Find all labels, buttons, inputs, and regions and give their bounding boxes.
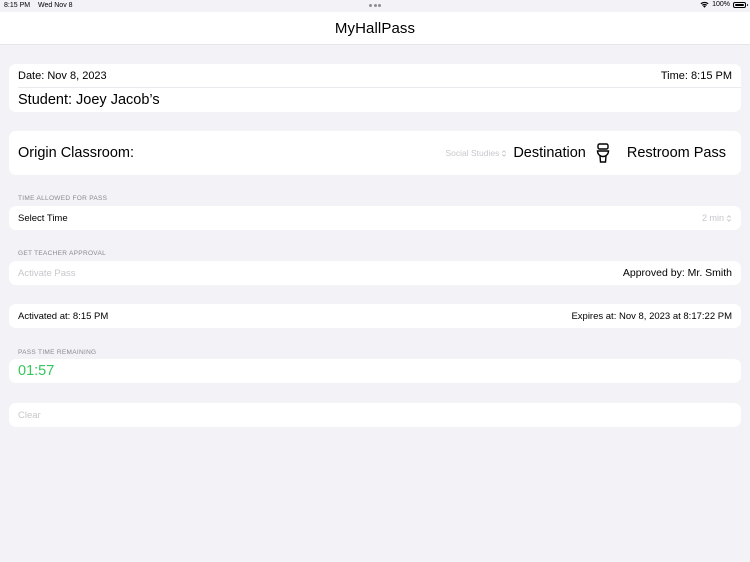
navigation-bar: MyHallPass — [0, 12, 750, 45]
expires-at-text: Expires at: Nov 8, 2023 at 8:17:22 PM — [571, 310, 732, 322]
activation-row: Activated at: 8:15 PM Expires at: Nov 8,… — [9, 304, 741, 328]
page-title: MyHallPass — [334, 19, 416, 37]
time-allowed-card: Select Time 2 min — [9, 206, 741, 230]
remaining-row: 01:57 — [9, 359, 741, 383]
student-name: Student: Joey Jacob’s — [18, 92, 160, 108]
remaining-card: 01:57 — [9, 359, 741, 383]
origin-right-group: Social Studies Destination Restroom Pass — [445, 143, 732, 163]
date-time-row: Date: Nov 8, 2023 Time: 8:15 PM — [18, 64, 741, 88]
status-time: 8:15 PM — [4, 2, 31, 9]
destination-value[interactable]: Restroom Pass — [627, 145, 726, 161]
teacher-approval-header: GET TEACHER APPROVAL — [18, 250, 106, 257]
pass-time: Time: 8:15 PM — [660, 69, 732, 82]
activation-card: Activated at: 8:15 PM Expires at: Nov 8,… — [9, 304, 741, 328]
approval-row: Activate Pass Approved by: Mr. Smith — [9, 261, 741, 285]
multitasking-dots-icon[interactable] — [369, 4, 381, 7]
time-allowed-header: TIME ALLOWED FOR PASS — [18, 195, 108, 202]
activated-at-text: Activated at: 8:15 PM — [18, 310, 109, 322]
destination-label: Destination — [513, 145, 586, 161]
classroom-picker[interactable]: Social Studies — [445, 148, 507, 158]
approved-by-text: Approved by: Mr. Smith — [622, 267, 732, 279]
pass-info-card: Date: Nov 8, 2023 Time: 8:15 PM Student:… — [9, 64, 741, 112]
student-row: Student: Joey Jacob’s — [9, 88, 741, 112]
battery-percent: 100% — [712, 1, 730, 8]
status-date: Wed Nov 8 — [38, 2, 73, 9]
time-picker[interactable]: 2 min — [702, 213, 732, 223]
status-bar: 8:15 PM Wed Nov 8 100% — [0, 0, 750, 12]
toilet-icon — [596, 143, 610, 163]
select-time-label: Select Time — [18, 212, 68, 224]
countdown-timer: 01:57 — [18, 363, 55, 379]
clear-button[interactable]: Clear — [18, 410, 41, 421]
classroom-picker-value: Social Studies — [445, 148, 500, 158]
status-right: 100% — [700, 1, 748, 8]
wifi-icon — [700, 1, 709, 8]
origin-row: Origin Classroom: Social Studies Destina… — [9, 131, 741, 175]
clear-row[interactable]: Clear — [9, 403, 741, 427]
status-left: 8:15 PM Wed Nov 8 — [4, 2, 79, 9]
select-time-row[interactable]: Select Time 2 min — [9, 206, 741, 230]
chevron-up-down-icon — [502, 149, 507, 157]
battery-icon — [733, 1, 748, 8]
pass-time-remaining-header: PASS TIME REMAINING — [18, 349, 97, 356]
origin-classroom-label: Origin Classroom: — [18, 145, 135, 161]
clear-card: Clear — [9, 403, 741, 427]
approval-card: Activate Pass Approved by: Mr. Smith — [9, 261, 741, 285]
time-picker-value: 2 min — [701, 213, 724, 223]
chevron-up-down-icon — [726, 214, 732, 222]
origin-card: Origin Classroom: Social Studies Destina… — [9, 131, 741, 175]
pass-date: Date: Nov 8, 2023 — [18, 69, 107, 82]
activate-pass-button[interactable]: Activate Pass — [18, 268, 76, 279]
